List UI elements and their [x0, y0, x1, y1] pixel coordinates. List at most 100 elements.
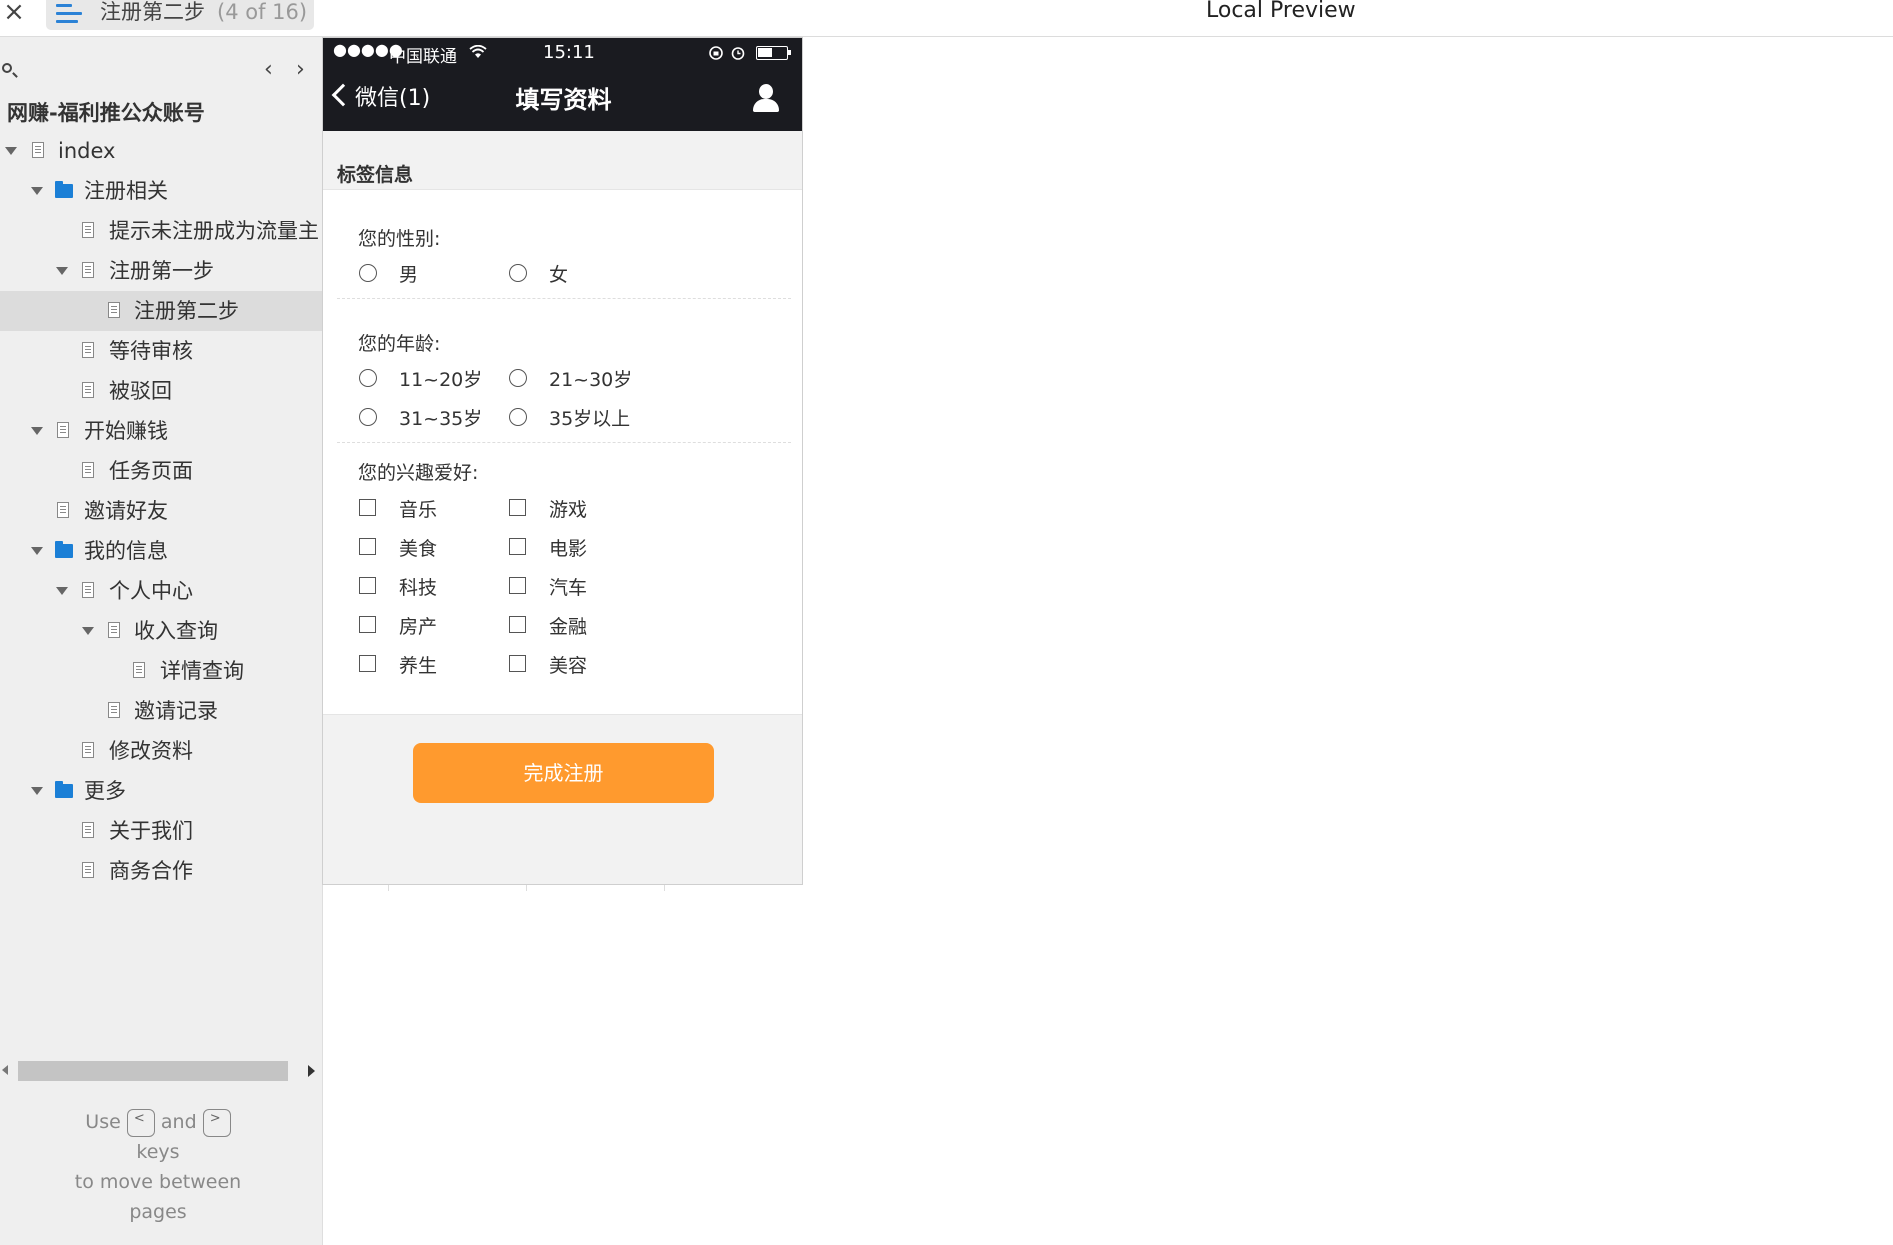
age-label: 您的年龄:	[358, 333, 441, 355]
page-icon	[108, 302, 120, 318]
folder-icon	[55, 781, 73, 798]
menu-icon[interactable]	[56, 4, 82, 26]
tree-item-page[interactable]: 邀请好友	[0, 491, 322, 531]
close-icon[interactable]: ×	[3, 0, 25, 27]
radio-button[interactable]	[359, 264, 377, 282]
radio-button[interactable]	[509, 369, 527, 387]
option-label: 11~20岁	[399, 369, 483, 391]
interests-label: 您的兴趣爱好:	[358, 462, 479, 484]
checkbox[interactable]	[359, 499, 376, 516]
checkbox[interactable]	[509, 577, 526, 594]
tree-item-label: 开始赚钱	[84, 419, 168, 443]
option-label: 女	[549, 264, 569, 286]
option-label: 游戏	[549, 499, 588, 521]
tree-item-folder[interactable]: 更多	[0, 771, 322, 811]
checkbox[interactable]	[509, 616, 526, 633]
tree-item-folder[interactable]: 注册相关	[0, 171, 322, 211]
tree-item-page[interactable]: 关于我们	[0, 811, 322, 851]
expand-triangle-icon[interactable]	[31, 547, 43, 555]
option-label: 房产	[399, 616, 438, 638]
checkbox[interactable]	[359, 538, 376, 555]
checkbox[interactable]	[509, 538, 526, 555]
tree-item-selected[interactable]: 注册第二步	[0, 291, 322, 331]
hint-and: and	[160, 1111, 197, 1133]
folder-icon	[55, 181, 73, 198]
tree-item-page[interactable]: 个人中心	[0, 571, 322, 611]
tree-item-label: index	[58, 139, 116, 163]
page-count: (4 of 16)	[217, 0, 308, 24]
tree-item-label: 注册相关	[84, 179, 168, 203]
scrollbar-thumb[interactable]	[18, 1061, 288, 1081]
status-bar: ●●●●● 中国联通 15:11	[323, 38, 802, 68]
radio-button[interactable]	[359, 408, 377, 426]
radio-button[interactable]	[359, 369, 377, 387]
option-label: 美容	[549, 655, 588, 677]
current-page-title: 注册第二步 (4 of 16)	[100, 0, 307, 24]
status-time: 15:11	[543, 42, 595, 63]
tree-item-label: 提示未注册成为流量主	[109, 219, 319, 243]
sidebar-toolbar: ‹ ›	[0, 49, 322, 81]
radio-button[interactable]	[509, 264, 527, 282]
tree-item-folder[interactable]: 我的信息	[0, 531, 322, 571]
checkbox[interactable]	[359, 655, 376, 672]
page-icon	[133, 662, 145, 678]
option-label: 31~35岁	[399, 408, 483, 430]
page-icon	[82, 382, 94, 398]
expand-triangle-icon[interactable]	[31, 787, 43, 795]
checkbox[interactable]	[359, 616, 376, 633]
tree-item-label: 任务页面	[109, 459, 193, 483]
checkbox[interactable]	[359, 577, 376, 594]
option-label: 金融	[549, 616, 588, 638]
tree-item-page[interactable]: 注册第一步	[0, 251, 322, 291]
tree-item-page[interactable]: 修改资料	[0, 731, 322, 771]
checkbox[interactable]	[509, 655, 526, 672]
tree-item-index[interactable]: index	[0, 131, 322, 171]
radio-button[interactable]	[509, 408, 527, 426]
prev-page-button[interactable]: ‹	[264, 59, 273, 81]
tree-item-page[interactable]: 商务合作	[0, 851, 322, 891]
scroll-right-icon[interactable]	[308, 1065, 315, 1077]
option-label: 男	[399, 264, 419, 286]
wifi-icon	[469, 45, 487, 58]
page-icon	[57, 502, 69, 518]
preview-title: Local Preview	[1206, 0, 1356, 23]
tree-item-page[interactable]: 收入查询	[0, 611, 322, 651]
page-icon	[82, 342, 94, 358]
nav-title: 填写资料	[515, 86, 612, 114]
tree-item-page[interactable]: 详情查询	[0, 651, 322, 691]
tree-item-page[interactable]: 等待审核	[0, 331, 322, 371]
tree-item-page[interactable]: 任务页面	[0, 451, 322, 491]
option-label: 35岁以上	[549, 408, 631, 430]
next-page-button[interactable]: ›	[296, 59, 305, 81]
tree-item-label: 收入查询	[134, 619, 218, 643]
section-title: 标签信息	[337, 164, 414, 186]
folder-icon	[55, 541, 73, 558]
divider	[337, 298, 791, 299]
tree-item-label: 等待审核	[109, 339, 193, 363]
gender-label: 您的性别:	[358, 228, 441, 250]
scroll-left-icon[interactable]	[2, 1065, 8, 1075]
tree-item-page[interactable]: 被驳回	[0, 371, 322, 411]
tree-item-page[interactable]: 开始赚钱	[0, 411, 322, 451]
horizontal-scrollbar[interactable]	[0, 1059, 322, 1083]
page-icon	[82, 582, 94, 598]
page-selector[interactable]: 注册第二步 (4 of 16)	[46, 0, 314, 30]
expand-triangle-icon[interactable]	[82, 627, 94, 635]
checkbox[interactable]	[509, 499, 526, 516]
expand-triangle-icon[interactable]	[56, 267, 68, 275]
expand-triangle-icon[interactable]	[31, 427, 43, 435]
expand-triangle-icon[interactable]	[31, 187, 43, 195]
tree-item-page[interactable]: 邀请记录	[0, 691, 322, 731]
expand-triangle-icon[interactable]	[5, 147, 17, 155]
user-icon[interactable]	[751, 84, 781, 114]
tree-item-label: 商务合作	[109, 859, 193, 883]
expand-triangle-icon[interactable]	[56, 587, 68, 595]
phone-preview: ●●●●● 中国联通 15:11 微信(1) 填写资料 标签信息 您的性别: 男…	[322, 37, 803, 885]
complete-registration-button[interactable]: 完成注册	[413, 743, 714, 803]
tree-item-page[interactable]: 提示未注册成为流量主	[0, 211, 322, 251]
option-label: 汽车	[549, 577, 588, 599]
option-label: 科技	[399, 577, 438, 599]
tree-item-label: 注册第一步	[109, 259, 214, 283]
search-icon[interactable]	[2, 63, 12, 73]
page-icon	[108, 622, 120, 638]
